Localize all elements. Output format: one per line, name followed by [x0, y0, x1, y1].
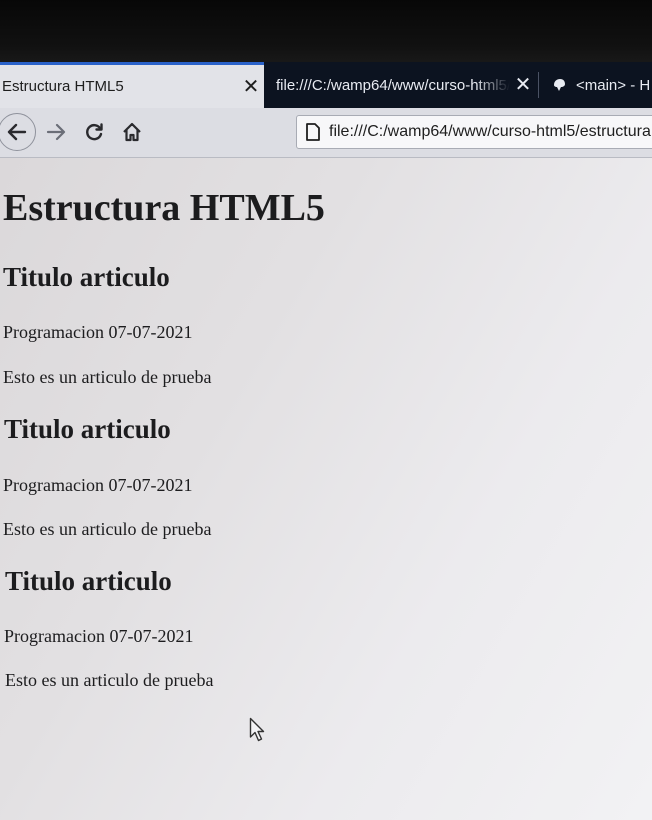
close-tab-icon[interactable]: ✕: [510, 75, 536, 95]
tab-strip: Estructura HTML5 ✕ file:///C:/wamp64/www…: [0, 62, 652, 108]
tab-estructura[interactable]: Estructura HTML5 ✕: [0, 62, 264, 108]
back-arrow-icon: [7, 123, 27, 141]
article-meta: Programacion 07-07-2021: [3, 322, 193, 342]
mouse-cursor-icon: [249, 717, 265, 748]
home-button[interactable]: [114, 114, 150, 150]
forward-arrow-icon: [46, 123, 66, 141]
tab-main[interactable]: <main> - H: [540, 62, 652, 108]
reload-button[interactable]: [76, 114, 112, 150]
page-title: Estructura HTML5: [3, 187, 325, 229]
tab-label: file:///C:/wamp64/www/curso-html5/: [276, 76, 510, 94]
forward-button[interactable]: [38, 114, 74, 150]
navigation-toolbar: file:///C:/wamp64/www/curso-html5/estruc…: [0, 108, 652, 158]
article-body: Esto es un articulo de prueba: [3, 519, 212, 539]
page-content: Estructura HTML5 Titulo articulo Program…: [0, 158, 652, 820]
article-heading: Titulo articulo: [3, 262, 170, 292]
back-button[interactable]: [0, 113, 36, 151]
tab-label: <main> - H: [576, 76, 651, 94]
close-tab-icon[interactable]: ✕: [238, 77, 264, 97]
dark-background: [0, 0, 652, 66]
article-meta: Programacion 07-07-2021: [3, 475, 193, 495]
favicon-icon: [552, 78, 566, 92]
article-meta: Programacion 07-07-2021: [4, 626, 194, 646]
home-icon: [123, 122, 141, 142]
address-text: file:///C:/wamp64/www/curso-html5/estruc…: [329, 123, 652, 140]
tab-separator: [538, 72, 539, 98]
reload-icon: [86, 123, 103, 141]
article-heading: Titulo articulo: [4, 414, 171, 444]
page-icon: [305, 123, 321, 141]
article-body: Esto es un articulo de prueba: [3, 367, 212, 387]
article-body: Esto es un articulo de prueba: [5, 670, 214, 690]
address-bar[interactable]: file:///C:/wamp64/www/curso-html5/estruc…: [296, 115, 652, 149]
tab-label: Estructura HTML5: [2, 78, 124, 95]
article-heading: Titulo articulo: [5, 566, 172, 596]
tab-file[interactable]: file:///C:/wamp64/www/curso-html5/ ✕: [268, 62, 536, 108]
